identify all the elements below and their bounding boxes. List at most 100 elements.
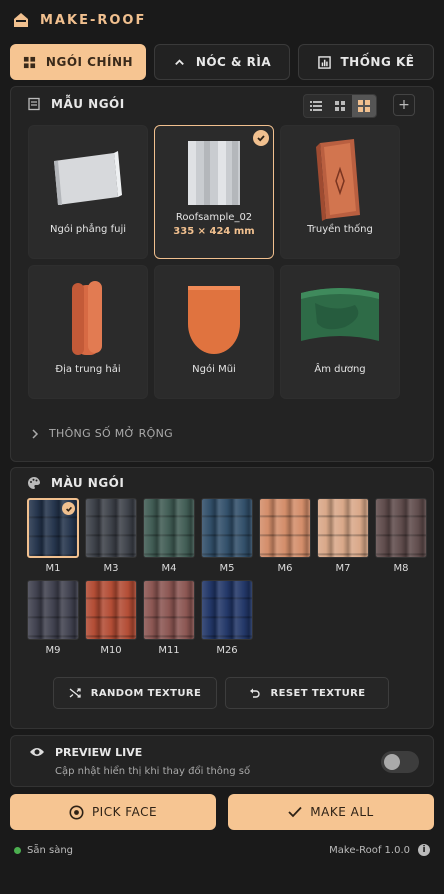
tile-thumbnail bbox=[38, 276, 138, 362]
plus-icon: + bbox=[398, 97, 410, 113]
home-icon bbox=[14, 13, 28, 27]
preview-subtitle: Cập nhật hiển thị khi thay đổi thông số bbox=[55, 766, 251, 777]
preview-title: PREVIEW LIVE bbox=[55, 746, 143, 759]
swatch-code: M6 bbox=[277, 563, 293, 574]
tab-label: NGÓI CHÍNH bbox=[45, 55, 134, 69]
palette-icon bbox=[28, 476, 40, 489]
color-swatch[interactable]: M1 bbox=[27, 498, 79, 574]
color-swatch[interactable]: M5 bbox=[201, 498, 253, 574]
tile-card[interactable]: Địa trung hải bbox=[28, 265, 148, 399]
button-label: PICK FACE bbox=[91, 805, 158, 819]
tile-thumbnail bbox=[290, 276, 390, 362]
random-texture-button[interactable]: RANDOM TEXTURE bbox=[53, 677, 217, 709]
tile-card[interactable]: Ngói Mũi bbox=[154, 265, 274, 399]
color-swatch[interactable]: M11 bbox=[143, 580, 195, 656]
undo-icon bbox=[249, 688, 260, 698]
tab-thong-ke[interactable]: THỐNG KÊ bbox=[298, 44, 434, 80]
panel-title: MẪU NGÓI bbox=[51, 97, 125, 111]
reset-texture-button[interactable]: RESET TEXTURE bbox=[225, 677, 389, 709]
grid-icon bbox=[23, 56, 35, 68]
tile-thumbnail bbox=[290, 136, 390, 222]
color-swatch[interactable]: M8 bbox=[375, 498, 427, 574]
small-grid-view-button[interactable] bbox=[328, 95, 352, 117]
preview-live-toggle[interactable] bbox=[381, 751, 419, 773]
info-icon[interactable]: i bbox=[418, 844, 430, 856]
shuffle-icon bbox=[69, 688, 81, 698]
tile-thumbnail bbox=[164, 276, 264, 362]
swatch-code: M4 bbox=[161, 563, 177, 574]
main-tabs: NGÓI CHÍNH NÓC & RÌA THỐNG KÊ bbox=[10, 44, 434, 80]
swatch-code: M26 bbox=[216, 645, 238, 656]
tile-thumbnail bbox=[38, 136, 138, 222]
tile-name: Roofsample_02 bbox=[175, 212, 253, 223]
view-mode-switch bbox=[303, 94, 377, 118]
swatch-code: M3 bbox=[103, 563, 119, 574]
tab-ngoi-chinh[interactable]: NGÓI CHÍNH bbox=[10, 44, 146, 80]
swatch-preview bbox=[375, 498, 427, 558]
check-icon bbox=[288, 806, 302, 818]
swatch-code: M8 bbox=[393, 563, 409, 574]
panel-title: MÀU NGÓI bbox=[51, 476, 125, 490]
tab-noc-ria[interactable]: NÓC & RÌA bbox=[154, 44, 290, 80]
swatch-preview bbox=[27, 580, 79, 640]
tile-thumbnail bbox=[164, 136, 264, 210]
large-grid-view-button[interactable] bbox=[352, 95, 376, 117]
color-swatch[interactable]: M26 bbox=[201, 580, 253, 656]
color-swatch[interactable]: M4 bbox=[143, 498, 195, 574]
swatch-preview bbox=[201, 580, 253, 640]
swatch-preview bbox=[201, 498, 253, 558]
swatch-code: M11 bbox=[158, 645, 180, 656]
add-tile-button[interactable]: + bbox=[393, 94, 415, 116]
tile-samples-panel: MẪU NGÓI + Ngói phẳng fuji Roofsample_02… bbox=[10, 86, 434, 462]
preview-live-panel: PREVIEW LIVE Cập nhật hiển thị khi thay … bbox=[10, 735, 434, 787]
status-indicator bbox=[14, 846, 21, 854]
status-bar: Sẵn sàng Make-Roof 1.0.0 i bbox=[14, 844, 430, 856]
tile-card-selected[interactable]: Roofsample_02 335 × 424 mm bbox=[154, 125, 274, 259]
tile-colors-panel: MÀU NGÓI M1 M3 M4 M5 M6 M7 M8 M9 M10 M11 M26 RANDO… bbox=[10, 467, 434, 729]
chevron-right-icon bbox=[32, 428, 39, 439]
color-swatch[interactable]: M7 bbox=[317, 498, 369, 574]
color-swatch[interactable]: M3 bbox=[85, 498, 137, 574]
extended-params-toggle[interactable]: THÔNG SỐ MỞ RỘNG bbox=[31, 427, 173, 440]
action-bar: PICK FACE MAKE ALL bbox=[10, 794, 434, 830]
make-all-button[interactable]: MAKE ALL bbox=[228, 794, 434, 830]
toggle-knob bbox=[384, 754, 400, 770]
tab-label: THỐNG KÊ bbox=[340, 55, 415, 69]
tile-dimensions: 335 × 424 mm bbox=[173, 226, 255, 237]
swatch-preview bbox=[317, 498, 369, 558]
swatch-code: M9 bbox=[45, 645, 61, 656]
swatch-code: M7 bbox=[335, 563, 351, 574]
tile-card[interactable]: Ngói phẳng fuji bbox=[28, 125, 148, 259]
color-swatch[interactable]: M10 bbox=[85, 580, 137, 656]
target-icon bbox=[69, 805, 84, 819]
pick-face-button[interactable]: PICK FACE bbox=[10, 794, 216, 830]
tile-name: Truyền thống bbox=[307, 224, 373, 235]
color-swatch[interactable]: M6 bbox=[259, 498, 311, 574]
version-text: Make-Roof 1.0.0 bbox=[329, 844, 410, 856]
tile-name: Ngói Mũi bbox=[192, 364, 236, 375]
grid-large-icon bbox=[358, 100, 370, 112]
list-icon bbox=[310, 101, 322, 111]
panel-header: MÀU NGÓI bbox=[11, 468, 433, 500]
color-swatch[interactable]: M9 bbox=[27, 580, 79, 656]
color-swatch-grid: M1 M3 M4 M5 M6 M7 M8 M9 M10 M11 M26 bbox=[27, 498, 427, 656]
swatch-preview bbox=[27, 498, 79, 558]
swatch-preview bbox=[259, 498, 311, 558]
tile-card[interactable]: Âm dương bbox=[280, 265, 400, 399]
swatch-code: M1 bbox=[45, 563, 61, 574]
swatch-preview bbox=[85, 498, 137, 558]
tile-name: Ngói phẳng fuji bbox=[50, 224, 126, 235]
tile-grid: Ngói phẳng fuji Roofsample_02 335 × 424 … bbox=[28, 125, 400, 399]
swatch-code: M10 bbox=[100, 645, 122, 656]
app-header: MAKE-ROOF bbox=[0, 0, 444, 40]
list-view-button[interactable] bbox=[304, 95, 328, 117]
check-icon bbox=[62, 502, 75, 515]
status-text: Sẵn sàng bbox=[27, 844, 74, 856]
swatch-preview bbox=[143, 498, 195, 558]
document-icon bbox=[28, 97, 40, 111]
tile-card[interactable]: Truyền thống bbox=[280, 125, 400, 259]
expander-label: THÔNG SỐ MỞ RỘNG bbox=[49, 427, 173, 440]
button-label: MAKE ALL bbox=[310, 805, 374, 819]
grid-small-icon bbox=[334, 100, 345, 111]
eye-icon bbox=[30, 748, 44, 756]
